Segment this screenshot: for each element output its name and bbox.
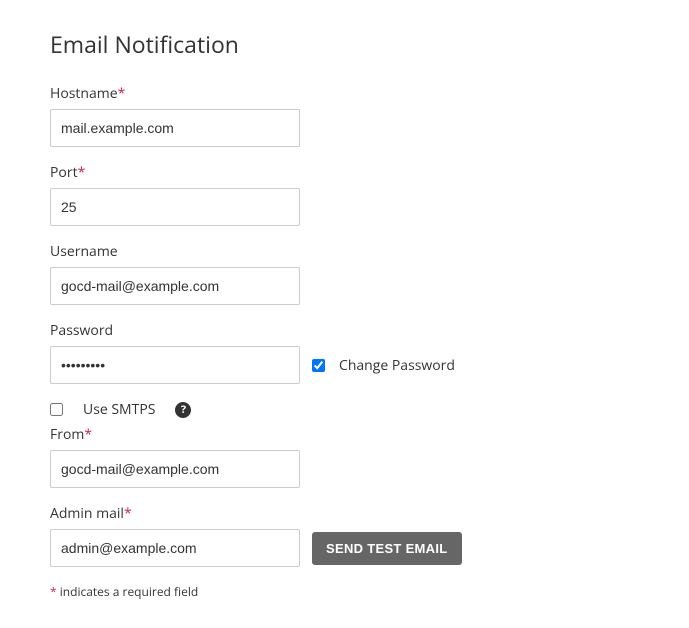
page-title: Email Notification — [50, 28, 639, 60]
help-icon[interactable]: ? — [175, 402, 191, 418]
hostname-label: Hostname* — [50, 84, 639, 103]
hostname-label-text: Hostname — [50, 84, 118, 103]
required-asterisk: * — [124, 504, 132, 523]
password-label: Password — [50, 321, 639, 340]
use-smtps-checkbox[interactable] — [50, 403, 63, 416]
from-label: From* — [50, 425, 639, 444]
hostname-input[interactable] — [50, 109, 300, 147]
change-password-label: Change Password — [339, 356, 455, 375]
change-password-checkbox[interactable] — [312, 359, 325, 372]
username-input[interactable] — [50, 267, 300, 305]
password-input[interactable] — [50, 346, 300, 384]
footnote-text: indicates a required field — [57, 583, 199, 600]
required-asterisk: * — [118, 84, 126, 103]
admin-mail-label-text: Admin mail — [50, 504, 124, 523]
from-input[interactable] — [50, 450, 300, 488]
required-asterisk: * — [78, 163, 86, 182]
port-label: Port* — [50, 163, 639, 182]
from-label-text: From — [50, 425, 84, 444]
admin-mail-input[interactable] — [50, 529, 300, 567]
use-smtps-label: Use SMTPS — [83, 400, 155, 419]
footnote-star: * — [50, 583, 57, 600]
port-input[interactable] — [50, 188, 300, 226]
send-test-email-button[interactable]: Send Test Email — [312, 532, 462, 565]
required-footnote: * indicates a required field — [50, 583, 639, 600]
username-label: Username — [50, 242, 639, 261]
admin-mail-label: Admin mail* — [50, 504, 639, 523]
port-label-text: Port — [50, 163, 78, 182]
required-asterisk: * — [84, 425, 92, 444]
